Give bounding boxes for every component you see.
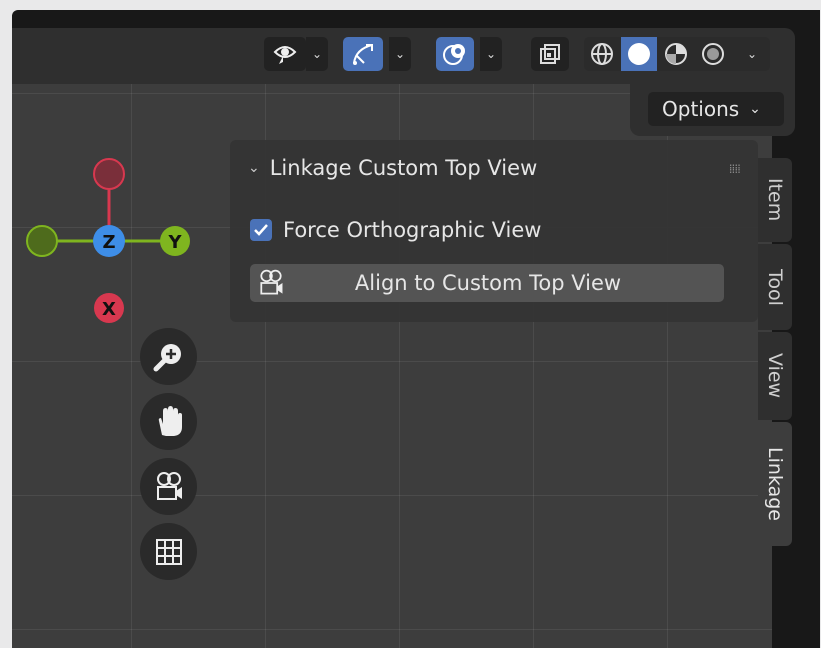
shading-wireframe-button[interactable] bbox=[584, 37, 620, 71]
force-ortho-label: Force Orthographic View bbox=[283, 218, 542, 242]
tab-tool[interactable]: Tool bbox=[758, 244, 792, 330]
shading-solid-button[interactable] bbox=[621, 37, 657, 71]
gizmo-x-label: X bbox=[102, 299, 116, 320]
solid-shading-icon bbox=[628, 43, 650, 65]
overlays-dropdown[interactable]: ⌄ bbox=[480, 37, 502, 71]
tab-tool-label: Tool bbox=[764, 268, 786, 306]
scrollbar[interactable] bbox=[798, 10, 820, 648]
pan-button[interactable] bbox=[140, 393, 197, 450]
wireframe-shading-icon bbox=[591, 43, 613, 65]
tab-view[interactable]: View bbox=[758, 332, 792, 420]
force-ortho-checkbox[interactable] bbox=[250, 219, 272, 241]
xray-toggle[interactable] bbox=[531, 37, 569, 71]
chevron-down-icon: ⌄ bbox=[394, 47, 406, 61]
grid-icon bbox=[155, 538, 182, 565]
chevron-down-icon: ⌄ bbox=[746, 47, 758, 61]
tab-item-label: Item bbox=[764, 178, 786, 222]
options-label: Options bbox=[662, 97, 740, 121]
hand-icon bbox=[158, 405, 182, 436]
overlays-toggle[interactable] bbox=[436, 37, 474, 71]
drag-handle-icon[interactable]: ⁞⁞⁞⁞ bbox=[729, 162, 741, 176]
panel-title: Linkage Custom Top View bbox=[269, 156, 538, 180]
chevron-down-icon: ⌄ bbox=[485, 47, 497, 61]
zoom-icon bbox=[153, 343, 181, 371]
chevron-down-icon: ⌄ bbox=[749, 101, 761, 117]
visibility-button[interactable] bbox=[264, 37, 306, 71]
overlay-icon bbox=[443, 44, 465, 65]
tab-view-label: View bbox=[764, 353, 786, 399]
camera-view-button[interactable] bbox=[140, 458, 197, 515]
checkmark-icon bbox=[254, 224, 268, 236]
camera-icon bbox=[260, 269, 283, 295]
gizmo-neg-x-handle[interactable] bbox=[93, 158, 125, 190]
options-area: Options ⌄ bbox=[630, 84, 795, 136]
tab-linkage[interactable]: Linkage bbox=[758, 422, 792, 546]
xray-icon bbox=[540, 44, 560, 64]
tab-item[interactable]: Item bbox=[758, 158, 792, 242]
gizmos-toggle[interactable] bbox=[343, 37, 383, 71]
gizmos-dropdown[interactable]: ⌄ bbox=[389, 37, 411, 71]
panel-header[interactable]: ⌄ Linkage Custom Top View bbox=[248, 156, 537, 180]
align-button-label: Align to Custom Top View bbox=[354, 271, 622, 295]
gizmo-icon bbox=[353, 44, 373, 65]
blender-window: ⌄ ⌄ ⌄ ⌄ Options ⌄ Z Y X ⌄ Linkage Custom… bbox=[12, 10, 820, 648]
navigation-gizmo[interactable]: Z Y X bbox=[12, 10, 232, 340]
chevron-down-icon: ⌄ bbox=[248, 160, 260, 176]
material-shading-icon bbox=[665, 43, 687, 65]
force-ortho-row[interactable]: Force Orthographic View bbox=[250, 218, 541, 242]
shading-dropdown[interactable]: ⌄ bbox=[734, 37, 770, 71]
rendered-shading-icon bbox=[702, 43, 724, 65]
shading-rendered-button[interactable] bbox=[695, 37, 731, 71]
visibility-dropdown[interactable]: ⌄ bbox=[306, 37, 328, 71]
align-custom-top-view-button[interactable]: Align to Custom Top View bbox=[250, 264, 724, 302]
shading-material-button[interactable] bbox=[658, 37, 694, 71]
tab-linkage-label: Linkage bbox=[764, 447, 786, 521]
ortho-toggle-button[interactable] bbox=[140, 523, 197, 580]
shading-mode-group: ⌄ bbox=[584, 37, 770, 71]
linkage-panel: ⌄ Linkage Custom Top View ⁞⁞⁞⁞ Force Ort… bbox=[230, 140, 758, 322]
zoom-button[interactable] bbox=[140, 328, 197, 385]
eye-icon bbox=[273, 46, 297, 64]
chevron-down-icon: ⌄ bbox=[311, 47, 323, 61]
gizmo-z-label: Z bbox=[102, 232, 115, 253]
options-button[interactable]: Options ⌄ bbox=[648, 92, 784, 126]
camera-icon bbox=[156, 471, 182, 500]
gizmo-y-label: Y bbox=[167, 232, 182, 253]
gizmo-neg-y-handle[interactable] bbox=[26, 225, 58, 257]
